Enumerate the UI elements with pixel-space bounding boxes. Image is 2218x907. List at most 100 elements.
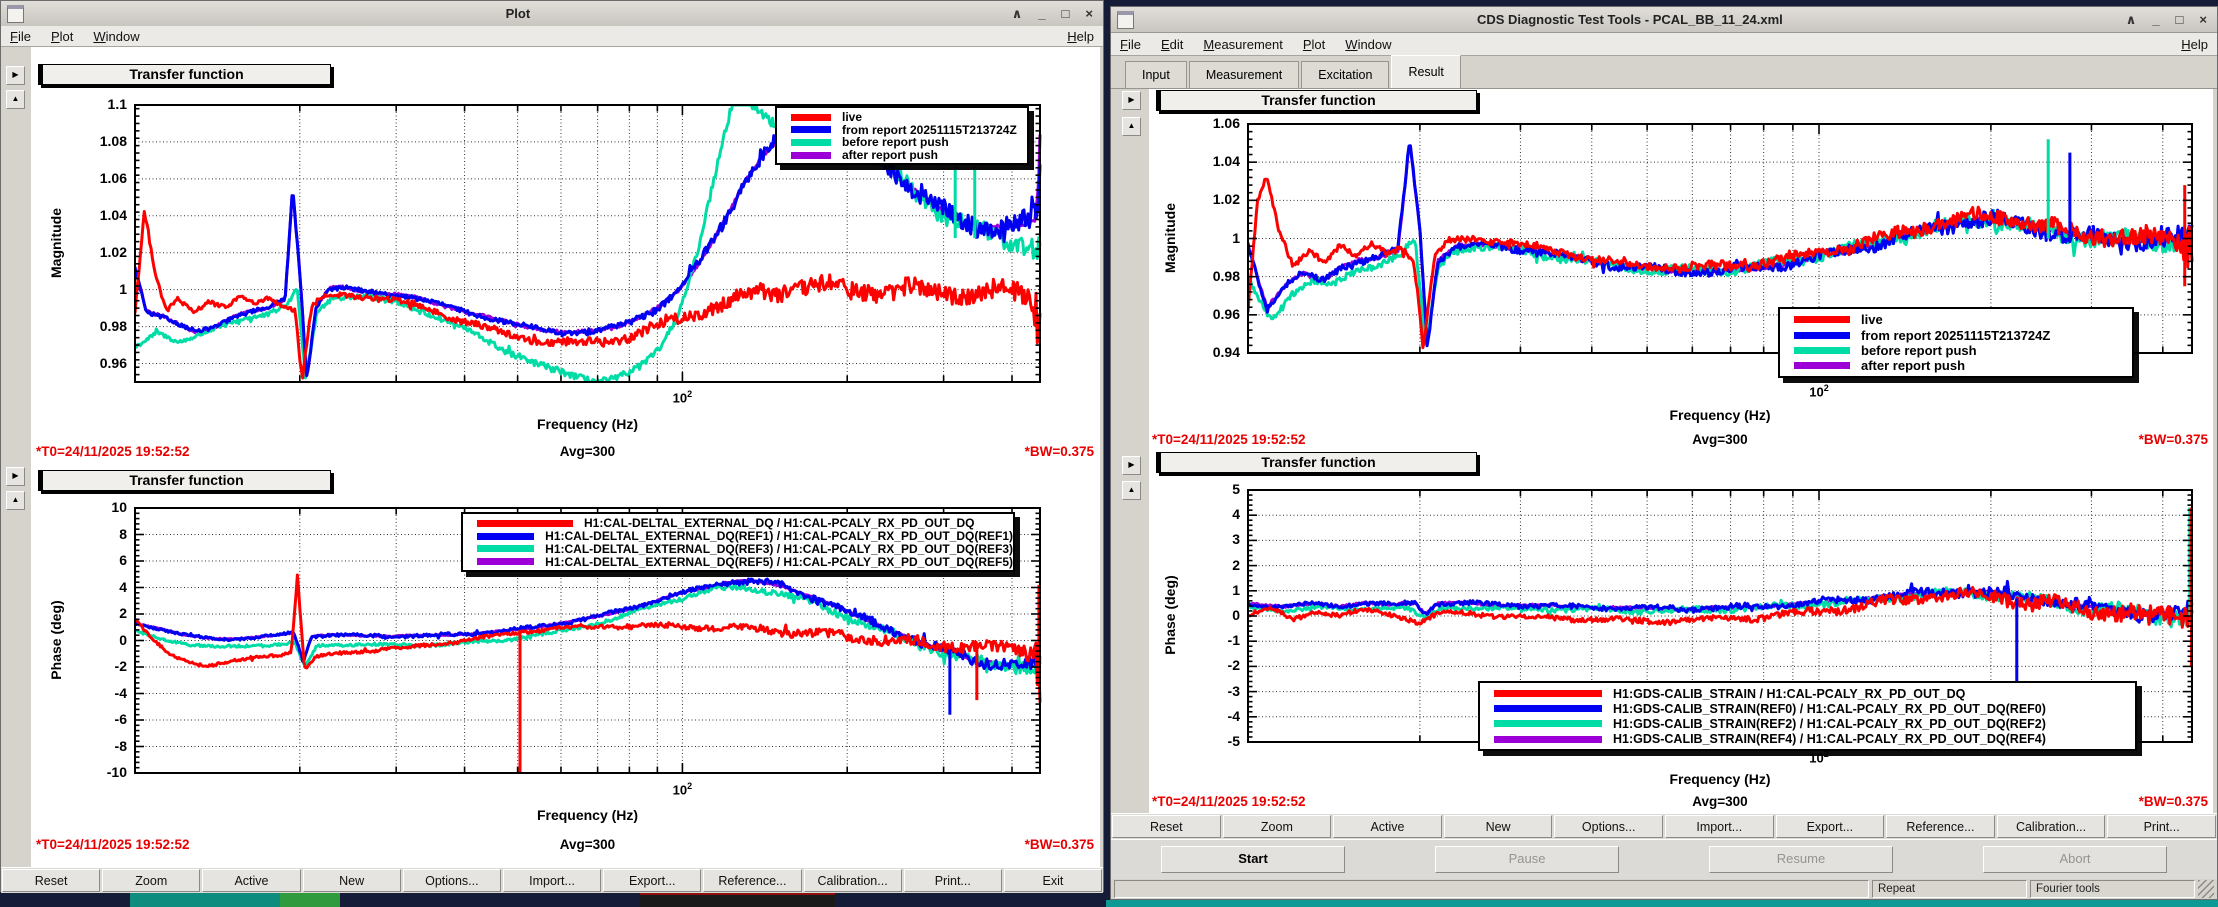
avg-label: Avg=300 <box>1640 432 1800 447</box>
panel-collapse-button[interactable]: ▲ <box>6 90 25 109</box>
calibration-button[interactable]: Calibration... <box>804 869 902 892</box>
status-bar: RepeatFourier tools <box>1111 879 2217 899</box>
menu-plot[interactable]: Plot <box>1303 37 1325 52</box>
reset-button[interactable]: Reset <box>1112 815 1221 838</box>
options-button[interactable]: Options... <box>403 869 501 892</box>
legend-label: from report 20251115T213724Z <box>1861 328 2050 343</box>
legend-swatch <box>477 545 534 552</box>
tab-input[interactable]: Input <box>1125 61 1187 88</box>
y-tick-label: 1.1 <box>59 96 127 112</box>
tab-measurement[interactable]: Measurement <box>1189 61 1299 88</box>
shade-button[interactable]: ∧ <box>2126 13 2137 26</box>
menu-edit[interactable]: Edit <box>1161 37 1183 52</box>
left-titlebar[interactable]: Plot ∧ _ □ × <box>1 1 1103 27</box>
abort-button: Abort <box>1983 846 2167 873</box>
tab-result[interactable]: Result <box>1391 55 1460 88</box>
menu-window[interactable]: Window <box>93 29 139 44</box>
start-button[interactable]: Start <box>1161 846 1345 873</box>
print-button[interactable]: Print... <box>2107 815 2216 838</box>
close-button[interactable]: × <box>1085 7 1093 20</box>
right-menubar: File Edit Measurement Plot Window Help <box>1111 33 2217 56</box>
y-tick-label: 0 <box>1172 607 1240 623</box>
menu-window[interactable]: Window <box>1345 37 1391 52</box>
menu-help[interactable]: Help <box>1067 29 1094 44</box>
left-window-title: Plot <box>24 6 1012 21</box>
y-tick-label: 0 <box>59 632 127 648</box>
y-tick-label: 1.02 <box>1172 191 1240 207</box>
legend-swatch <box>791 152 831 159</box>
menu-help[interactable]: Help <box>2181 37 2208 52</box>
export-button[interactable]: Export... <box>603 869 701 892</box>
y-tick-label: -6 <box>59 711 127 727</box>
exit-button[interactable]: Exit <box>1004 869 1102 892</box>
reset-button[interactable]: Reset <box>2 869 100 892</box>
resume-button: Resume <box>1709 846 1893 873</box>
new-button[interactable]: New <box>1444 815 1553 838</box>
right-titlebar[interactable]: CDS Diagnostic Test Tools - PCAL_BB_11_2… <box>1111 7 2217 33</box>
background-window-strip <box>130 892 280 907</box>
legend-item: H1:CAL-DELTAL_EXTERNAL_DQ / H1:CAL-PCALY… <box>463 517 1013 530</box>
legend-item: H1:GDS-CALIB_STRAIN(REF0) / H1:CAL-PCALY… <box>1480 701 2135 716</box>
minimize-button[interactable]: _ <box>1038 7 1045 20</box>
menu-plot[interactable]: Plot <box>51 29 73 44</box>
minimize-button[interactable]: _ <box>2152 13 2159 26</box>
panel-expand-button[interactable]: ▶ <box>6 66 25 85</box>
options-button[interactable]: Options... <box>1554 815 1663 838</box>
maximize-button[interactable]: □ <box>2176 13 2184 26</box>
panel-expand-button[interactable]: ▶ <box>1122 456 1141 475</box>
y-tick-label: 1.04 <box>1172 153 1240 169</box>
legend-swatch <box>477 558 534 565</box>
maximize-button[interactable]: □ <box>1062 7 1070 20</box>
shade-button[interactable]: ∧ <box>1012 7 1023 20</box>
y-tick-label: 2 <box>1172 557 1240 573</box>
legend-swatch <box>1794 347 1850 354</box>
tab-bar: InputMeasurementExcitationResult <box>1111 56 2217 89</box>
panel-collapse-button[interactable]: ▲ <box>6 491 25 510</box>
y-tick-label: 0.98 <box>59 318 127 334</box>
active-button[interactable]: Active <box>1333 815 1442 838</box>
tab-excitation[interactable]: Excitation <box>1301 61 1389 88</box>
import-button[interactable]: Import... <box>1665 815 1774 838</box>
legend-swatch <box>1494 690 1602 697</box>
import-button[interactable]: Import... <box>503 869 601 892</box>
bw-label: *BW=0.375 <box>2139 432 2208 447</box>
menu-file[interactable]: File <box>10 29 31 44</box>
zoom-button[interactable]: Zoom <box>1223 815 1332 838</box>
export-button[interactable]: Export... <box>1776 815 1885 838</box>
legend-label: H1:GDS-CALIB_STRAIN / H1:CAL-PCALY_RX_PD… <box>1613 687 1965 701</box>
legend-swatch <box>791 126 831 133</box>
print-button[interactable]: Print... <box>904 869 1002 892</box>
panel-collapse-button[interactable]: ▲ <box>1122 117 1141 136</box>
legend-item: H1:CAL-DELTAL_EXTERNAL_DQ(REF3) / H1:CAL… <box>463 543 1013 556</box>
legend-item: H1:CAL-DELTAL_EXTERNAL_DQ(REF5) / H1:CAL… <box>463 555 1013 568</box>
close-button[interactable]: × <box>2199 13 2207 26</box>
legend-label: H1:CAL-DELTAL_EXTERNAL_DQ(REF5) / H1:CAL… <box>545 555 1013 569</box>
y-tick-label: -1 <box>1172 632 1240 648</box>
panel-expand-button[interactable]: ▶ <box>6 467 25 486</box>
y-axis-label: Phase (deg) <box>1162 465 1178 765</box>
legend-label: H1:GDS-CALIB_STRAIN(REF2) / H1:CAL-PCALY… <box>1613 717 2046 731</box>
zoom-button[interactable]: Zoom <box>102 869 200 892</box>
y-tick-label: -2 <box>1172 657 1240 673</box>
resize-grip[interactable] <box>2198 880 2214 898</box>
active-button[interactable]: Active <box>202 869 300 892</box>
plot-title: Transfer function <box>38 64 331 85</box>
legend-swatch <box>1494 736 1602 743</box>
panel-expand-button[interactable]: ▶ <box>1122 91 1141 110</box>
x-axis-label: Frequency (Hz) <box>468 416 708 432</box>
x-tick-label: 102 <box>1797 749 1841 765</box>
reference-button[interactable]: Reference... <box>1886 815 1995 838</box>
reference-button[interactable]: Reference... <box>703 869 801 892</box>
panel-collapse-button[interactable]: ▲ <box>1122 481 1141 500</box>
menu-measurement[interactable]: Measurement <box>1203 37 1283 52</box>
legend-item: live <box>777 111 1027 124</box>
menu-file[interactable]: File <box>1120 37 1141 52</box>
legend-label: after report push <box>1861 358 1965 373</box>
legend-item: before report push <box>1780 343 2132 358</box>
legend-item: before report push <box>777 136 1027 149</box>
background-window-strip <box>640 892 835 907</box>
left-button-row: ResetZoomActiveNewOptions...Import...Exp… <box>1 867 1103 893</box>
y-tick-label: 6 <box>59 552 127 568</box>
new-button[interactable]: New <box>303 869 401 892</box>
calibration-button[interactable]: Calibration... <box>1997 815 2106 838</box>
